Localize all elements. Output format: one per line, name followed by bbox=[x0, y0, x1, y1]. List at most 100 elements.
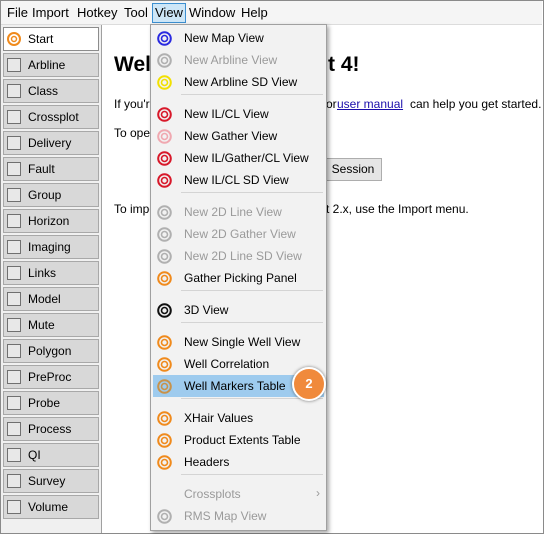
menu-separator bbox=[181, 192, 323, 193]
import-text-right: t 2.x, use the Import menu. bbox=[326, 202, 469, 216]
sidebar-item-label: Group bbox=[28, 188, 62, 202]
class-icon bbox=[7, 84, 21, 98]
menu-item-label: New 2D Gather View bbox=[184, 227, 296, 241]
imaging-icon bbox=[7, 240, 21, 254]
menu-item-crossplots: Crossplots › bbox=[153, 483, 324, 505]
menu-item-new-arbline-view: New Arbline View bbox=[153, 49, 324, 71]
polygon-icon bbox=[7, 344, 21, 358]
sidebar-item-label: Class bbox=[28, 84, 59, 98]
menu-item-3d-view[interactable]: 3D View bbox=[153, 299, 324, 321]
rms-map-view-icon bbox=[157, 509, 172, 527]
menu-item-label: New Arbline View bbox=[184, 53, 278, 67]
step-badge: 2 bbox=[292, 367, 326, 401]
sidebar-item-class[interactable]: Class bbox=[3, 79, 99, 103]
sidebar-item-label: Links bbox=[28, 266, 57, 280]
menu-hotkey[interactable]: Hotkey bbox=[75, 4, 119, 22]
menu-item-new-il-gather-cl-view[interactable]: New IL/Gather/CL View bbox=[153, 147, 324, 169]
user-manual-link[interactable]: user manual bbox=[337, 97, 403, 111]
sidebar-item-label: Process bbox=[28, 422, 72, 436]
2d-gather-view-icon bbox=[157, 227, 172, 245]
menu-item-label: New Gather View bbox=[184, 129, 278, 143]
menu-separator bbox=[181, 474, 323, 475]
sidebar-item-label: Delivery bbox=[28, 136, 72, 150]
preproc-icon bbox=[7, 370, 21, 384]
arbline-view-icon bbox=[157, 53, 172, 71]
session-button[interactable]: Session bbox=[324, 158, 382, 181]
sidebar-item-links[interactable]: Links bbox=[3, 261, 99, 285]
sidebar-item-label: Crossplot bbox=[28, 110, 79, 124]
menu-item-label: New IL/CL View bbox=[184, 107, 269, 121]
menu-import[interactable]: Import bbox=[30, 4, 71, 22]
menu-item-new-il-cl-view[interactable]: New IL/CL View bbox=[153, 103, 324, 125]
sidebar-item-preproc[interactable]: PreProc bbox=[3, 365, 99, 389]
fault-icon bbox=[7, 162, 21, 176]
sidebar-item-label: Polygon bbox=[28, 344, 72, 358]
arbline-sd-view-icon bbox=[157, 75, 172, 93]
sidebar-item-survey[interactable]: Survey bbox=[3, 469, 99, 493]
sidebar-item-horizon[interactable]: Horizon bbox=[3, 209, 99, 233]
sidebar-item-fault[interactable]: Fault bbox=[3, 157, 99, 181]
menu-item-gather-picking-panel[interactable]: Gather Picking Panel bbox=[153, 267, 324, 289]
sidebar-item-delivery[interactable]: Delivery bbox=[3, 131, 99, 155]
menu-separator bbox=[181, 322, 323, 323]
menu-item-label: Product Extents Table bbox=[184, 433, 301, 447]
menu-view[interactable]: View bbox=[152, 3, 186, 23]
menu-item-product-extents-table[interactable]: Product Extents Table bbox=[153, 429, 324, 451]
menu-item-new-2d-gather-view: New 2D Gather View bbox=[153, 223, 324, 245]
sidebar-item-label: Horizon bbox=[28, 214, 70, 228]
menu-item-headers[interactable]: Headers bbox=[153, 451, 324, 473]
sidebar-item-mute[interactable]: Mute bbox=[3, 313, 99, 337]
menu-item-new-gather-view[interactable]: New Gather View bbox=[153, 125, 324, 147]
menu-item-label: New Single Well View bbox=[184, 335, 301, 349]
menu-separator bbox=[181, 94, 323, 95]
menu-help[interactable]: Help bbox=[239, 4, 270, 22]
sidebar-item-qi[interactable]: QI bbox=[3, 443, 99, 467]
intro-text-left: If you'r bbox=[114, 97, 150, 111]
model-icon bbox=[7, 292, 21, 306]
sidebar: Start Arbline Class Crossplot Delivery Fault G… bbox=[1, 25, 102, 533]
sidebar-item-start[interactable]: Start bbox=[3, 27, 99, 51]
sidebar-item-group[interactable]: Group bbox=[3, 183, 99, 207]
sidebar-item-polygon[interactable]: Polygon bbox=[3, 339, 99, 363]
intro-text-or: or bbox=[326, 97, 337, 111]
2d-line-view-icon bbox=[157, 205, 172, 223]
menu-window[interactable]: Window bbox=[187, 4, 237, 22]
menu-item-new-single-well-view[interactable]: New Single Well View bbox=[153, 331, 324, 353]
delivery-icon bbox=[7, 136, 21, 150]
menu-item-new-map-view[interactable]: New Map View bbox=[153, 27, 324, 49]
menubar: File Import Hotkey Tool View Window Help bbox=[1, 1, 542, 25]
sidebar-item-imaging[interactable]: Imaging bbox=[3, 235, 99, 259]
sidebar-item-label: Mute bbox=[28, 318, 55, 332]
links-icon bbox=[7, 266, 21, 280]
arbline-icon bbox=[7, 58, 21, 72]
gather-view-icon bbox=[157, 129, 172, 147]
menu-item-label: Gather Picking Panel bbox=[184, 271, 297, 285]
menu-tool[interactable]: Tool bbox=[122, 4, 150, 22]
sidebar-item-arbline[interactable]: Arbline bbox=[3, 53, 99, 77]
menu-item-new-2d-line-sd-view: New 2D Line SD View bbox=[153, 245, 324, 267]
sidebar-item-probe[interactable]: Probe bbox=[3, 391, 99, 415]
process-icon bbox=[7, 422, 21, 436]
sidebar-item-label: Imaging bbox=[28, 240, 71, 254]
2d-line-sd-view-icon bbox=[157, 249, 172, 267]
sidebar-item-volume[interactable]: Volume bbox=[3, 495, 99, 519]
headers-icon bbox=[157, 455, 172, 473]
survey-icon bbox=[7, 474, 21, 488]
single-well-view-icon bbox=[157, 335, 172, 353]
menu-file[interactable]: File bbox=[5, 4, 30, 22]
sidebar-item-label: Arbline bbox=[28, 58, 66, 72]
crossplot-icon bbox=[7, 110, 21, 124]
menu-item-new-arbline-sd-view[interactable]: New Arbline SD View bbox=[153, 71, 324, 93]
menu-item-new-il-cl-sd-view[interactable]: New IL/CL SD View bbox=[153, 169, 324, 191]
sidebar-item-label: Start bbox=[28, 32, 54, 46]
submenu-arrow-icon: › bbox=[316, 486, 320, 500]
menu-item-xhair-values[interactable]: XHair Values bbox=[153, 407, 324, 429]
sidebar-item-crossplot[interactable]: Crossplot bbox=[3, 105, 99, 129]
menu-item-label: New Map View bbox=[184, 31, 264, 45]
menu-item-label: New 2D Line View bbox=[184, 205, 282, 219]
sidebar-item-process[interactable]: Process bbox=[3, 417, 99, 441]
sidebar-item-model[interactable]: Model bbox=[3, 287, 99, 311]
gather-picking-icon bbox=[157, 271, 172, 289]
menu-separator bbox=[181, 290, 323, 291]
sidebar-item-label: Model bbox=[28, 292, 61, 306]
